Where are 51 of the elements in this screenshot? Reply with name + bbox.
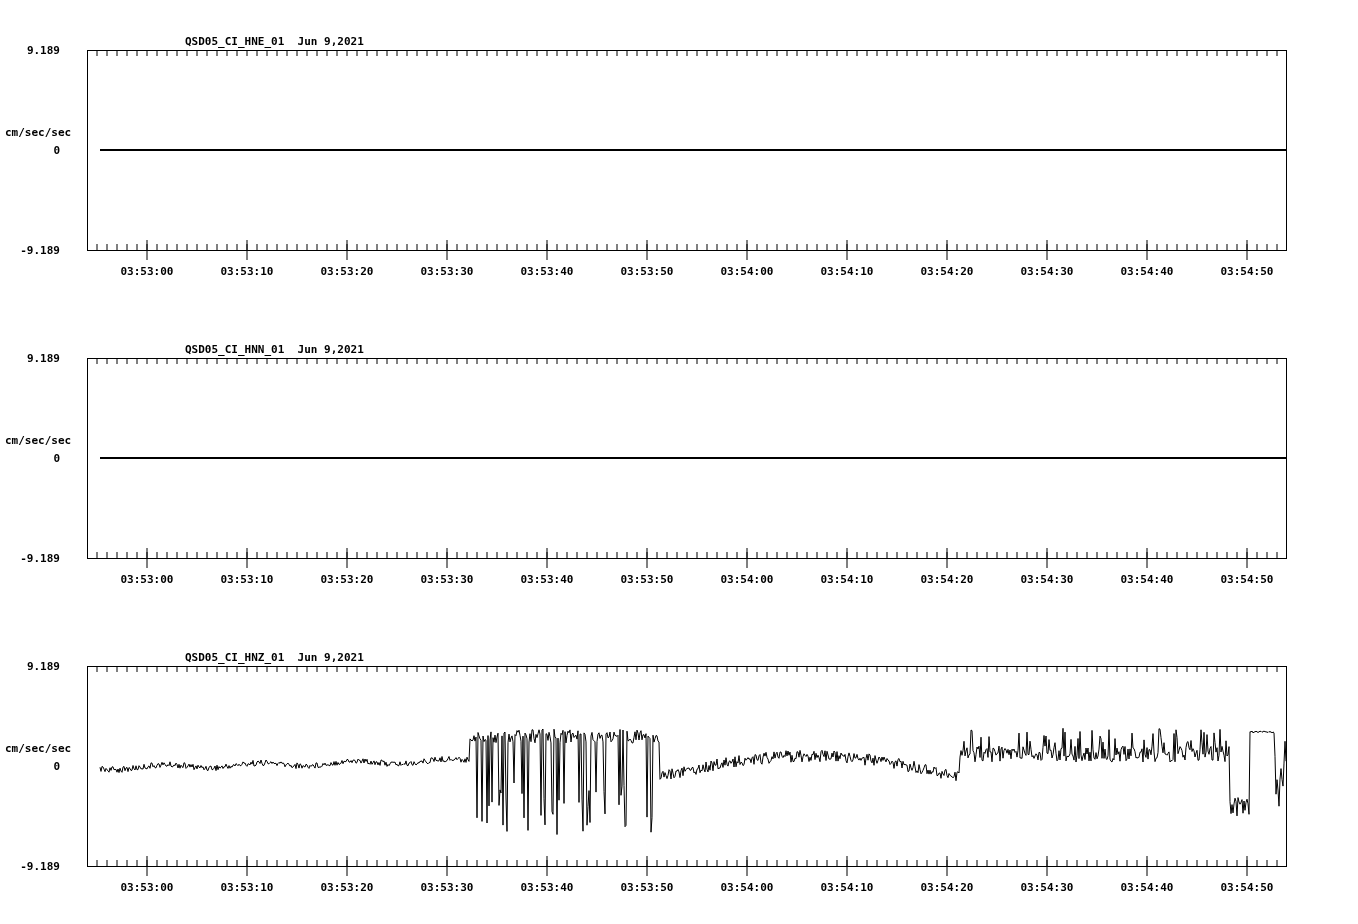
x-tick-label: 03:54:00 — [720, 881, 774, 894]
chart-title: QSD05_CI_HNE_01 Jun 9,2021 — [185, 35, 364, 48]
y-tick-label: 9.189 — [26, 660, 60, 673]
x-tick-label: 03:54:20 — [920, 573, 974, 586]
x-tick-label: 03:53:10 — [220, 881, 274, 894]
y-tick-label: 0 — [53, 144, 60, 157]
y-tick-label: -9.189 — [20, 552, 60, 565]
y-tick-label: 9.189 — [26, 352, 60, 365]
x-tick-label: 03:54:20 — [920, 265, 974, 278]
x-tick-label: 03:54:10 — [820, 573, 874, 586]
x-tick-label: 03:53:20 — [320, 265, 374, 278]
x-tick-label: 03:54:50 — [1220, 573, 1274, 586]
y-tick-label: -9.189 — [20, 244, 60, 257]
unit-label: cm/sec/sec — [5, 742, 72, 755]
x-tick-label: 03:53:40 — [520, 265, 574, 278]
x-tick-label: 03:54:30 — [1020, 881, 1074, 894]
x-tick-label: 03:53:30 — [420, 265, 474, 278]
x-tick-label: 03:53:10 — [220, 265, 274, 278]
x-tick-label: 03:53:50 — [620, 265, 674, 278]
x-tick-label: 03:53:20 — [320, 881, 374, 894]
x-tick-label: 03:53:50 — [620, 573, 674, 586]
x-tick-label: 03:54:10 — [820, 881, 874, 894]
x-tick-label: 03:54:50 — [1220, 881, 1274, 894]
x-tick-label: 03:54:00 — [720, 573, 774, 586]
chart-title: QSD05_CI_HNZ_01 Jun 9,2021 — [185, 651, 364, 664]
x-tick-label: 03:53:10 — [220, 573, 274, 586]
x-tick-label: 03:54:30 — [1020, 573, 1074, 586]
x-tick-label: 03:54:40 — [1120, 573, 1174, 586]
x-tick-label: 03:54:00 — [720, 265, 774, 278]
y-tick-label: 9.189 — [26, 44, 60, 57]
x-tick-label: 03:53:40 — [520, 881, 574, 894]
y-tick-label: 0 — [53, 452, 60, 465]
x-tick-label: 03:53:00 — [120, 265, 174, 278]
y-tick-label: 0 — [53, 760, 60, 773]
x-tick-label: 03:54:20 — [920, 881, 974, 894]
x-tick-label: 03:53:30 — [420, 573, 474, 586]
x-tick-label: 03:54:10 — [820, 265, 874, 278]
x-tick-label: 03:53:20 — [320, 573, 374, 586]
x-tick-label: 03:54:40 — [1120, 881, 1174, 894]
x-tick-label: 03:54:40 — [1120, 265, 1174, 278]
x-tick-label: 03:54:50 — [1220, 265, 1274, 278]
x-tick-label: 03:53:00 — [120, 573, 174, 586]
chart-title: QSD05_CI_HNN_01 Jun 9,2021 — [185, 343, 364, 356]
x-tick-label: 03:53:30 — [420, 881, 474, 894]
x-tick-label: 03:53:00 — [120, 881, 174, 894]
x-tick-label: 03:53:40 — [520, 573, 574, 586]
y-tick-label: -9.189 — [20, 860, 60, 873]
unit-label: cm/sec/sec — [5, 434, 72, 447]
unit-label: cm/sec/sec — [5, 126, 72, 139]
x-tick-label: 03:53:50 — [620, 881, 674, 894]
x-tick-label: 03:54:30 — [1020, 265, 1074, 278]
